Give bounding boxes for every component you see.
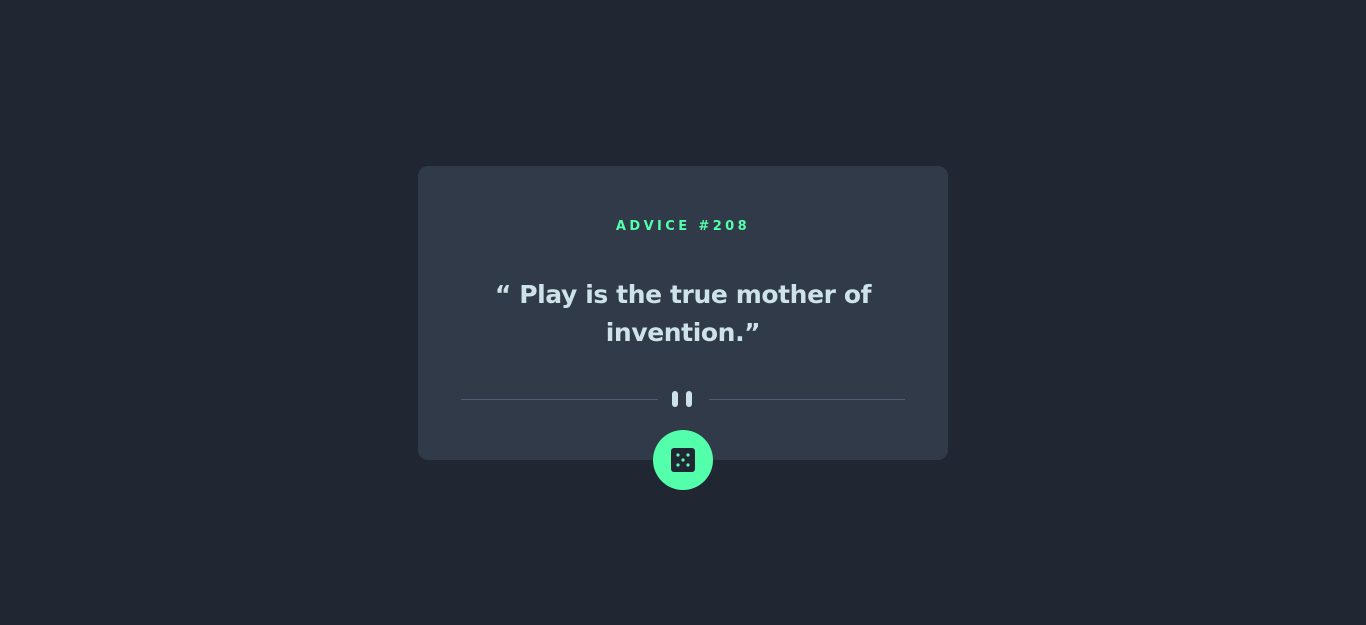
pause-bar-left bbox=[672, 391, 678, 407]
pause-bar-right bbox=[686, 391, 692, 407]
dice-icon bbox=[671, 448, 695, 472]
divider-line-right bbox=[709, 399, 905, 400]
divider-line-left bbox=[461, 399, 658, 400]
advice-card: ADVICE #208 “ Play is the true mother of… bbox=[418, 166, 948, 460]
pattern-divider bbox=[461, 389, 905, 409]
pause-icon bbox=[672, 391, 692, 407]
advice-quote: “ Play is the true mother of invention.” bbox=[494, 280, 872, 347]
page: ADVICE #208 “ Play is the true mother of… bbox=[0, 0, 1366, 625]
new-advice-button[interactable] bbox=[653, 430, 713, 490]
advice-id-label: ADVICE #208 bbox=[615, 219, 751, 234]
